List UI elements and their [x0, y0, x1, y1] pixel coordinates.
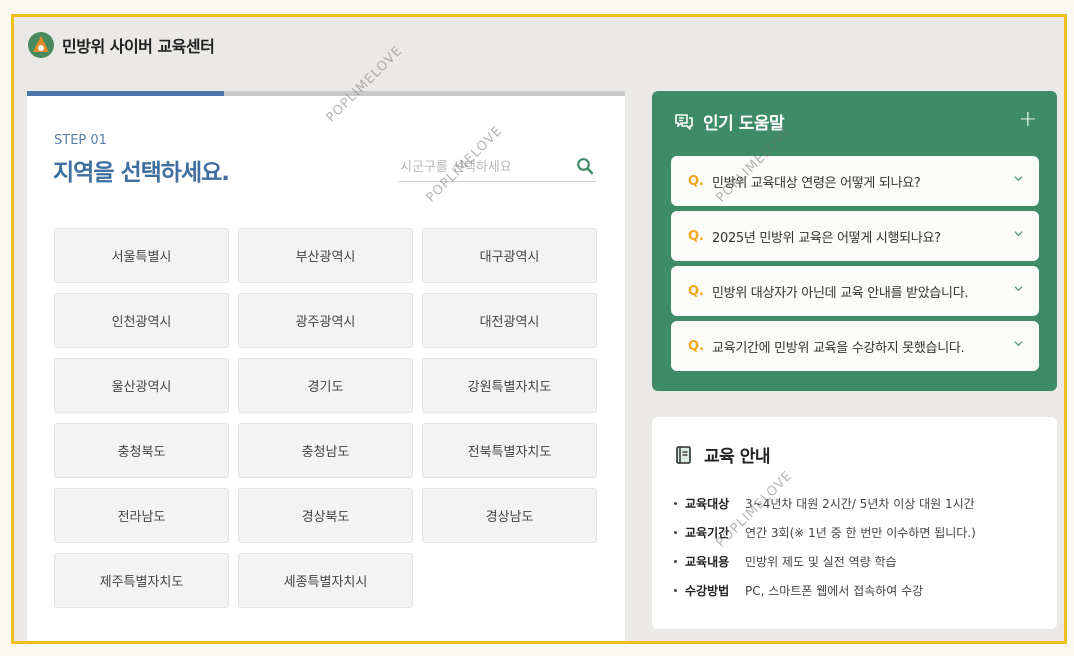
region-button[interactable]: 경상북도 — [238, 488, 413, 543]
faq-item[interactable]: Q. 교육기간에 민방위 교육을 수강하지 못했습니다. — [671, 321, 1039, 371]
region-button[interactable]: 대구광역시 — [422, 228, 597, 283]
faq-header: 인기 도움말 — [674, 109, 785, 134]
info-label: 교육내용 — [685, 555, 730, 569]
faq-question: 2025년 민방위 교육은 어떻게 시행되나요? — [712, 230, 941, 246]
screenshot-frame: 민방위 사이버 교육센터 STEP 01 지역을 선택하세요. 서울특별시부산광… — [11, 14, 1067, 644]
faq-question: 민방위 교육대상 연령은 어떻게 되나요? — [712, 175, 921, 191]
region-button[interactable]: 충청남도 — [238, 423, 413, 478]
faq-item[interactable]: Q. 민방위 대상자가 아닌데 교육 안내를 받았습니다. — [671, 266, 1039, 316]
search-icon[interactable] — [576, 157, 594, 175]
step-label: STEP 01 — [54, 133, 107, 148]
info-value: 민방위 제도 및 실전 역량 학습 — [745, 555, 897, 569]
region-grid: 서울특별시 부산광역시 대구광역시인천광역시 광주광역시 대전광역시울산광역시 경기도 강원… — [54, 228, 597, 608]
info-label: 교육대상 — [685, 497, 730, 511]
info-row: 교육기간 연간 3회(※ 1년 중 한 번만 이수하면 됩니다.) — [674, 518, 976, 547]
step-title: 지역을 선택하세요. — [53, 160, 230, 186]
region-button[interactable]: 인천광역시 — [54, 293, 229, 348]
education-info-panel: 교육 안내 교육대상 3~4년차 대원 2시간/ 5년차 이상 대원 1시간교육기… — [652, 417, 1057, 629]
bullet — [674, 589, 677, 592]
info-list: 교육대상 3~4년차 대원 2시간/ 5년차 이상 대원 1시간교육기간 연간 3회… — [674, 489, 976, 605]
info-value: PC, 스마트폰 웹에서 접속하여 수강 — [745, 584, 924, 598]
region-select-panel: STEP 01 지역을 선택하세요. 서울특별시부산광역시대구광역시인천광역시광… — [27, 91, 625, 641]
info-header: 교육 안내 — [674, 442, 770, 467]
faq-title: 인기 도움말 — [703, 114, 785, 134]
site-header: 민방위 사이버 교육센터 — [28, 29, 215, 61]
faq-q-mark: Q. — [688, 228, 704, 244]
faq-question: 민방위 대상자가 아닌데 교육 안내를 받았습니다. — [712, 285, 969, 301]
faq-panel: 인기 도움말 + Q. 민방위 교육대상 연령은 어떻게 되나요? Q. 2025년 … — [652, 91, 1057, 391]
chevron-down-icon[interactable] — [1014, 174, 1023, 183]
faq-q-mark: Q. — [688, 338, 704, 354]
region-button[interactable]: 광주광역시 — [238, 293, 413, 348]
faq-item[interactable]: Q. 민방위 교육대상 연령은 어떻게 되나요? — [671, 156, 1039, 206]
region-button[interactable]: 부산광역시 — [238, 228, 413, 283]
info-label: 수강방법 — [685, 584, 730, 598]
bullet — [674, 502, 677, 505]
region-button[interactable]: 충청북도 — [54, 423, 229, 478]
region-button[interactable]: 전라남도 — [54, 488, 229, 543]
region-button[interactable]: 세종특별자치시 — [238, 553, 413, 608]
faq-q-mark: Q. — [688, 173, 704, 189]
region-button[interactable]: 울산광역시 — [54, 358, 229, 413]
info-value: 연간 3회(※ 1년 중 한 번만 이수하면 됩니다.) — [745, 526, 976, 540]
bullet — [674, 560, 677, 563]
step-progress-bar — [27, 91, 625, 96]
step-progress-fill — [27, 91, 225, 96]
info-row: 교육대상 3~4년차 대원 2시간/ 5년차 이상 대원 1시간 — [674, 489, 976, 518]
region-button[interactable]: 서울특별시 — [54, 228, 229, 283]
site-title[interactable]: 민방위 사이버 교육센터 — [62, 33, 215, 57]
faq-question: 교육기간에 민방위 교육을 수강하지 못했습니다. — [712, 340, 965, 356]
bullet — [674, 531, 677, 534]
info-row: 교육내용 민방위 제도 및 실전 역량 학습 — [674, 547, 976, 576]
info-row: 수강방법 PC, 스마트폰 웹에서 접속하여 수강 — [674, 576, 976, 605]
info-value: 3~4년차 대원 2시간/ 5년차 이상 대원 1시간 — [745, 497, 975, 511]
region-button[interactable]: 제주특별자치도 — [54, 553, 229, 608]
logo-icon[interactable] — [28, 32, 54, 58]
district-search-input[interactable] — [398, 155, 572, 179]
faq-item[interactable]: Q. 2025년 민방위 교육은 어떻게 시행되나요? — [671, 211, 1039, 261]
region-button[interactable]: 경상남도 — [422, 488, 597, 543]
chevron-down-icon[interactable] — [1014, 229, 1023, 238]
chevron-down-icon[interactable] — [1014, 284, 1023, 293]
book-icon — [676, 445, 691, 464]
info-title: 교육 안내 — [704, 447, 770, 467]
faq-list: Q. 민방위 교육대상 연령은 어떻게 되나요? Q. 2025년 민방위 교육은 어… — [671, 156, 1039, 376]
region-button[interactable]: 경기도 — [238, 358, 413, 413]
info-label: 교육기간 — [685, 526, 730, 540]
district-search — [398, 151, 596, 182]
chevron-down-icon[interactable] — [1014, 339, 1023, 348]
chat-bubble-icon — [675, 113, 693, 130]
region-button[interactable]: 전북특별자치도 — [422, 423, 597, 478]
region-button[interactable]: 강원특별자치도 — [422, 358, 597, 413]
faq-more-button[interactable]: + — [1019, 107, 1037, 132]
region-button[interactable]: 대전광역시 — [422, 293, 597, 348]
faq-q-mark: Q. — [688, 283, 704, 299]
